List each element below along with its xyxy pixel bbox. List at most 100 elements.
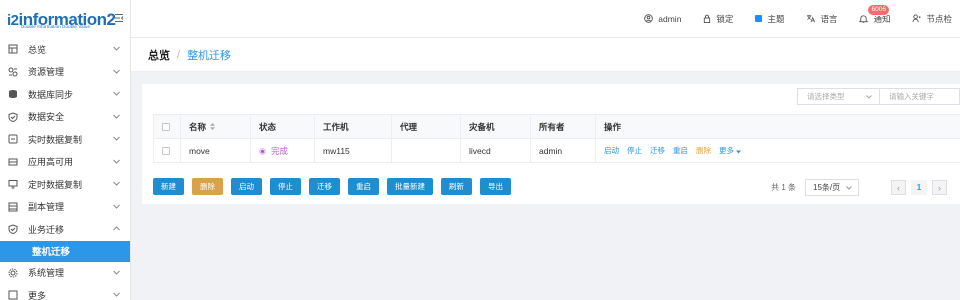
total-count: 共 1 条: [771, 183, 796, 192]
sidebar-item-label: 总览: [28, 44, 47, 55]
cell-work: mw115: [314, 138, 392, 163]
prev-page-button[interactable]: ‹: [891, 180, 906, 195]
row-restart-link[interactable]: 重启: [673, 146, 688, 155]
page-size-select[interactable]: 15条/页: [805, 179, 859, 196]
chevron-up-icon: [113, 226, 120, 231]
chevron-down-icon: [113, 270, 120, 275]
top-header: admin 锁定 主题 语言 通知 6006 节点检: [131, 0, 960, 38]
sidebar-item-app-ha[interactable]: 应用高可用: [0, 151, 130, 174]
breadcrumb-separator: /: [177, 48, 181, 61]
column-header-name[interactable]: 名称: [180, 114, 251, 139]
migration-table: 名称 状态 工作机 代理 灾备机 所有者 操作 move 完成 mw115 li…: [153, 114, 960, 163]
node-check-button[interactable]: 节点检: [912, 13, 952, 25]
row-migrate-link[interactable]: 迁移: [650, 146, 665, 155]
language-button[interactable]: 语言: [806, 13, 837, 25]
chevron-down-icon: [866, 95, 872, 99]
column-header-status: 状态: [250, 114, 315, 139]
row-start-link[interactable]: 启动: [604, 146, 619, 155]
sidebar-item-label: 业务迁移: [28, 224, 65, 235]
delete-button[interactable]: 删除: [192, 178, 223, 195]
notification-button[interactable]: 通知 6006: [859, 3, 890, 25]
cell-backup: livecd: [460, 138, 531, 163]
sidebar-item-label: 更多: [28, 290, 47, 300]
cell-actions: 启动 停止 迁移 重启 删除 更多: [595, 138, 960, 163]
sidebar-item-more[interactable]: 更多: [0, 284, 130, 300]
bell-icon: [859, 15, 869, 23]
sidebar-item-data-security[interactable]: 数据安全: [0, 106, 130, 129]
status-text: 完成: [271, 145, 289, 156]
lock-label: 锁定: [716, 13, 734, 24]
sidebar-item-resources[interactable]: 资源管理: [0, 61, 130, 84]
start-button[interactable]: 启动: [231, 178, 262, 195]
database-icon: [8, 89, 18, 99]
type-select-placeholder: 请选择类型: [807, 92, 845, 101]
sidebar-item-system[interactable]: 系统管理: [0, 262, 130, 285]
sidebar-item-overview[interactable]: 总览: [0, 38, 130, 61]
lock-icon: [704, 14, 711, 23]
row-delete-link[interactable]: 删除: [696, 146, 711, 155]
sidebar-item-db-sync[interactable]: 数据库同步: [0, 83, 130, 106]
chevron-down-icon: [113, 136, 120, 141]
chevron-down-icon: [113, 292, 120, 297]
row-select-cell[interactable]: [153, 138, 181, 163]
page-number-current[interactable]: 1: [911, 180, 927, 195]
restart-button[interactable]: 重启: [348, 178, 379, 195]
sidebar-menu: 总览 资源管理 数据库同步 数据安全 实时数据复制 应用高可用 定时数据复制 副…: [0, 38, 130, 300]
logo[interactable]: i2information2 Double Information Double…: [0, 0, 130, 38]
gear-icon: [8, 268, 18, 278]
row-checkbox[interactable]: [162, 147, 170, 156]
next-page-button[interactable]: ›: [932, 180, 947, 195]
migrate-button[interactable]: 迁移: [309, 178, 340, 195]
sidebar-item-label: 数据安全: [28, 112, 65, 123]
chevron-down-icon: [113, 46, 120, 51]
resource-icon: [8, 67, 18, 77]
keyword-input[interactable]: 请输入关键字: [880, 88, 960, 105]
row-more-link[interactable]: 更多: [719, 146, 741, 155]
type-select[interactable]: 请选择类型: [797, 88, 880, 105]
theme-label: 主题: [767, 13, 785, 24]
lock-button[interactable]: 锁定: [703, 13, 733, 25]
sidebar-item-realtime-copy[interactable]: 实时数据复制: [0, 128, 130, 151]
export-button[interactable]: 导出: [480, 178, 511, 195]
sidebar-item-scheduled-copy[interactable]: 定时数据复制: [0, 173, 130, 196]
sidebar-item-label: 定时数据复制: [28, 179, 83, 190]
breadcrumb-home[interactable]: 总览: [148, 47, 170, 63]
sidebar-item-label: 系统管理: [28, 268, 65, 279]
sidebar-subitem-machine-migration[interactable]: 整机迁移: [0, 240, 130, 262]
sort-icon[interactable]: [210, 122, 216, 132]
sidebar-item-label: 资源管理: [28, 67, 65, 78]
new-button[interactable]: 新建: [153, 178, 184, 195]
sidebar-item-replica[interactable]: 副本管理: [0, 196, 130, 219]
logo-prefix: i2: [7, 11, 19, 29]
table-row: move 完成 mw115 livecd admin 启动 停止 迁移 重启 删除 更多: [153, 138, 960, 163]
language-label: 语言: [820, 13, 838, 24]
batch-new-button[interactable]: 批量新建: [387, 178, 433, 195]
theme-button[interactable]: 主题: [755, 13, 784, 25]
sidebar-item-label: 应用高可用: [28, 157, 74, 168]
table-header-row: 名称 状态 工作机 代理 灾备机 所有者 操作: [153, 114, 960, 139]
stop-button[interactable]: 停止: [270, 178, 301, 195]
select-all-cell[interactable]: [153, 114, 181, 139]
sidebar-item-migration[interactable]: 业务迁移: [0, 218, 130, 241]
chevron-down-icon: [113, 159, 120, 164]
collapse-menu-icon[interactable]: [114, 13, 124, 23]
refresh-button[interactable]: 刷新: [441, 178, 472, 195]
select-all-checkbox[interactable]: [162, 123, 170, 132]
breadcrumb-current: 整机迁移: [187, 49, 232, 62]
breadcrumb: 总览 / 整机迁移: [131, 38, 960, 72]
node-user-icon: [912, 14, 922, 23]
chevron-down-icon: [113, 181, 120, 186]
row-stop-link[interactable]: 停止: [627, 146, 642, 155]
shield-check-icon: [8, 224, 18, 235]
pagination: 共 1 条 15条/页 ‹ 1 ›: [771, 179, 947, 196]
column-header-actions: 操作: [595, 114, 960, 139]
user-menu[interactable]: admin: [644, 14, 681, 24]
action-buttons: 新建 删除 启动 停止 迁移 重启 批量新建 刷新 导出: [153, 178, 519, 195]
sidebar: i2information2 Double Information Double…: [0, 0, 131, 300]
more-icon: [8, 290, 18, 300]
chevron-down-icon: [113, 69, 120, 74]
chevron-down-icon: [846, 186, 852, 190]
sidebar-item-label: 副本管理: [28, 202, 65, 213]
cell-proxy: [391, 138, 461, 163]
logo-tagline: Double Information Double Value: [21, 24, 91, 29]
